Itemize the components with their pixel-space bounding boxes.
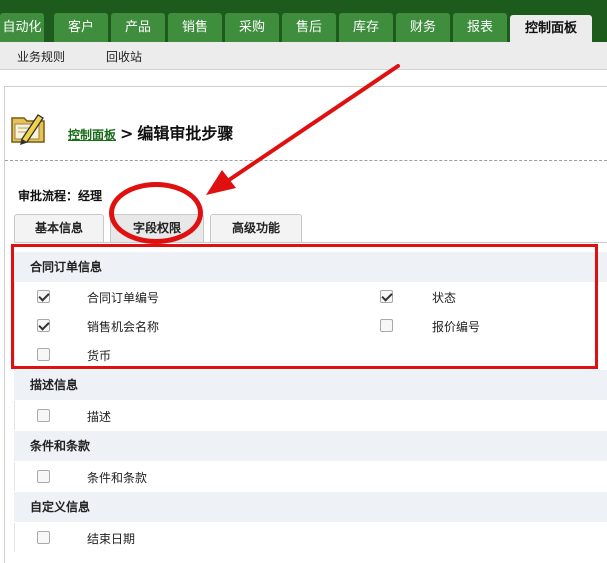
nav-tab-products[interactable]: 产品 [111, 13, 165, 42]
field-row: 合同订单编号 状态 [14, 282, 607, 311]
title-divider [5, 160, 607, 161]
page-title-text: 编辑审批步骤 [137, 124, 234, 143]
pencil-folder-icon [11, 114, 45, 145]
tab-advanced[interactable]: 高级功能 [210, 214, 302, 242]
nav-tab-finance[interactable]: 财务 [396, 13, 450, 42]
nav-tab-after-sales[interactable]: 售后 [282, 13, 336, 42]
nav-tab-control-panel[interactable]: 控制面板 [510, 15, 592, 42]
nav-tab-customers[interactable]: 客户 [54, 13, 108, 42]
field-row: 条件和条款 [14, 462, 607, 491]
field-label: 结束日期 [87, 532, 136, 546]
field-label: 报价编号 [432, 320, 481, 334]
top-nav: 自动化 客户 产品 销售 采购 售后 库存 财务 报表 控制面板 [0, 0, 607, 42]
section-header-contract-order: 合同订单信息 [14, 252, 607, 282]
nav-tab-automation[interactable]: 自动化 [0, 13, 44, 42]
field-label: 货币 [87, 349, 112, 363]
field-label: 销售机会名称 [87, 320, 160, 334]
checkbox-quote-no[interactable] [380, 319, 393, 332]
breadcrumb-separator: > [120, 124, 134, 143]
field-row: 结束日期 [14, 523, 607, 552]
nav-tab-inventory[interactable]: 库存 [339, 13, 393, 42]
checkbox-description[interactable] [37, 409, 50, 422]
checkbox-end-date[interactable] [37, 531, 50, 544]
section-header-description: 描述信息 [14, 370, 607, 400]
checkbox-contract-order-no[interactable] [37, 290, 50, 303]
approval-flow-value: 经理 [78, 189, 103, 203]
tab-field-permissions[interactable]: 字段权限 [110, 214, 204, 242]
tabs-divider [14, 242, 607, 243]
checkbox-status[interactable] [380, 290, 393, 303]
approval-flow-label: 审批流程： [18, 189, 79, 203]
field-row: 销售机会名称 报价编号 [14, 311, 607, 340]
nav-tab-sales[interactable]: 销售 [168, 13, 222, 42]
field-row: 描述 [14, 401, 607, 430]
field-row: 货币 [14, 340, 607, 369]
field-label: 合同订单编号 [87, 291, 160, 305]
checkbox-currency[interactable] [37, 348, 50, 361]
section-header-custom: 自定义信息 [14, 492, 607, 522]
nav-tab-purchasing[interactable]: 采购 [225, 13, 279, 42]
field-label: 状态 [432, 291, 457, 305]
field-label: 描述 [87, 410, 112, 424]
approval-flow: 审批流程：经理 [18, 187, 102, 204]
nav-tab-reports[interactable]: 报表 [453, 13, 507, 42]
page-title: 控制面板 > 编辑审批步骤 [68, 120, 233, 144]
checkbox-terms[interactable] [37, 470, 50, 483]
subnav-business-rules[interactable]: 业务规则 [17, 48, 65, 65]
checkbox-opportunity-name[interactable] [37, 319, 50, 332]
subnav-recycle-bin[interactable]: 回收站 [106, 48, 142, 65]
breadcrumb-control-panel[interactable]: 控制面板 [68, 128, 116, 142]
tab-basic-info[interactable]: 基本信息 [14, 214, 104, 242]
field-label: 条件和条款 [87, 471, 148, 485]
section-header-terms: 条件和条款 [14, 431, 607, 461]
sub-nav: 业务规则 回收站 [0, 42, 607, 70]
